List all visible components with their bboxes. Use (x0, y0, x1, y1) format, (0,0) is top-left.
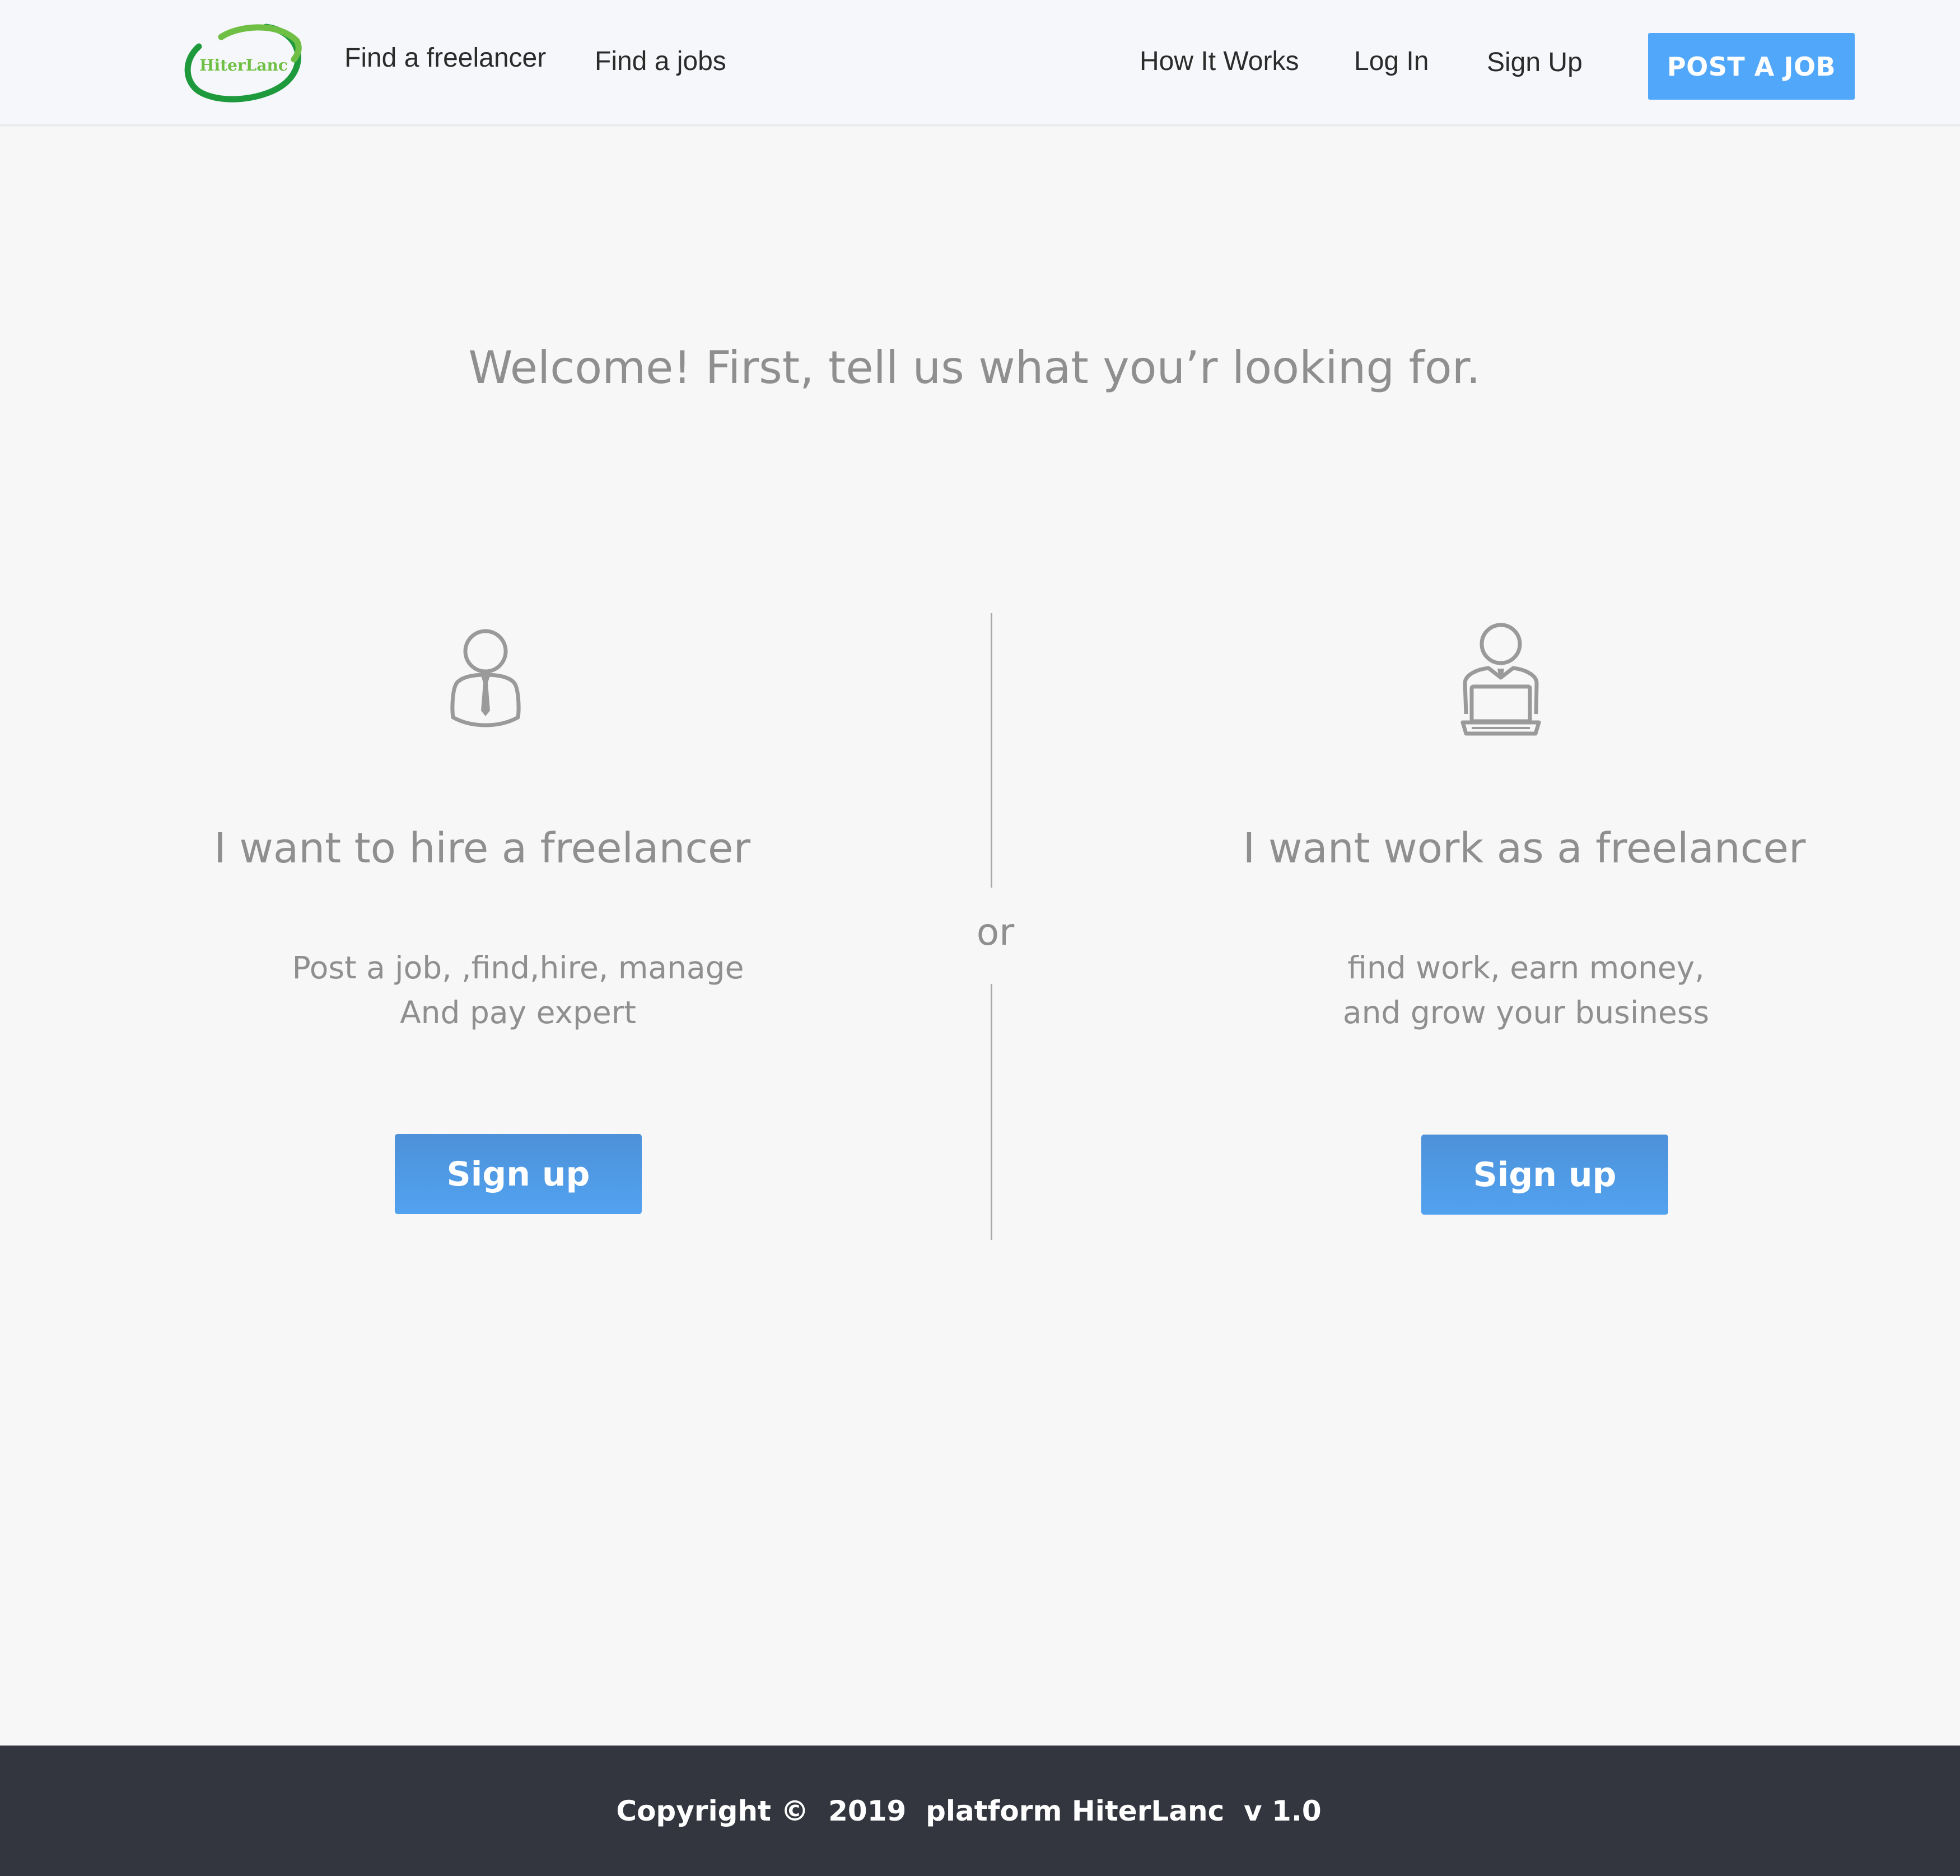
hire-description: Post a job, ,find,hire, manage And pay e… (238, 945, 798, 1035)
nav-log-in[interactable]: Log In (1354, 48, 1429, 75)
work-description: find work, earn money, and grow your bus… (1246, 945, 1806, 1035)
nav-how-it-works[interactable]: How It Works (1140, 48, 1299, 75)
divider-bottom (991, 984, 992, 1240)
work-title: I want work as a freelancer (1243, 824, 1806, 872)
footer: Copyright © 2019 platform HiterLanc v 1.… (0, 1746, 1960, 1876)
logo-ellipse-icon: HiterLanc (184, 24, 302, 102)
post-a-job-button[interactable]: POST A JOB (1648, 33, 1855, 100)
work-desc-line: find work, earn money, (1347, 950, 1705, 986)
hire-desc-line: Post a job, ,find,hire, manage (292, 950, 744, 986)
hiterlanc-logo[interactable]: HiterLanc (182, 21, 305, 111)
businessman-tie-icon (446, 629, 525, 732)
copyright-text: Copyright © 2019 platform HiterLanc v 1.… (616, 1794, 1322, 1827)
person-laptop-icon (1455, 622, 1547, 742)
work-desc-line: and grow your business (1342, 995, 1710, 1030)
nav-sign-up[interactable]: Sign Up (1487, 49, 1583, 76)
hire-desc-line: And pay expert (400, 995, 636, 1030)
or-separator: or (976, 911, 1015, 954)
work-signup-button[interactable]: Sign up (1421, 1135, 1668, 1215)
nav-find-jobs[interactable]: Find a jobs (595, 48, 726, 75)
top-navbar: HiterLanc Find a freelancer Find a jobs … (0, 0, 1960, 127)
hire-signup-button[interactable]: Sign up (395, 1134, 642, 1214)
divider-top (991, 613, 992, 888)
logo-text: HiterLanc (199, 56, 288, 74)
welcome-heading: Welcome! First, tell us what you’r looki… (468, 342, 1481, 394)
nav-find-freelancer[interactable]: Find a freelancer (344, 45, 546, 72)
hire-title: I want to hire a freelancer (214, 824, 750, 872)
